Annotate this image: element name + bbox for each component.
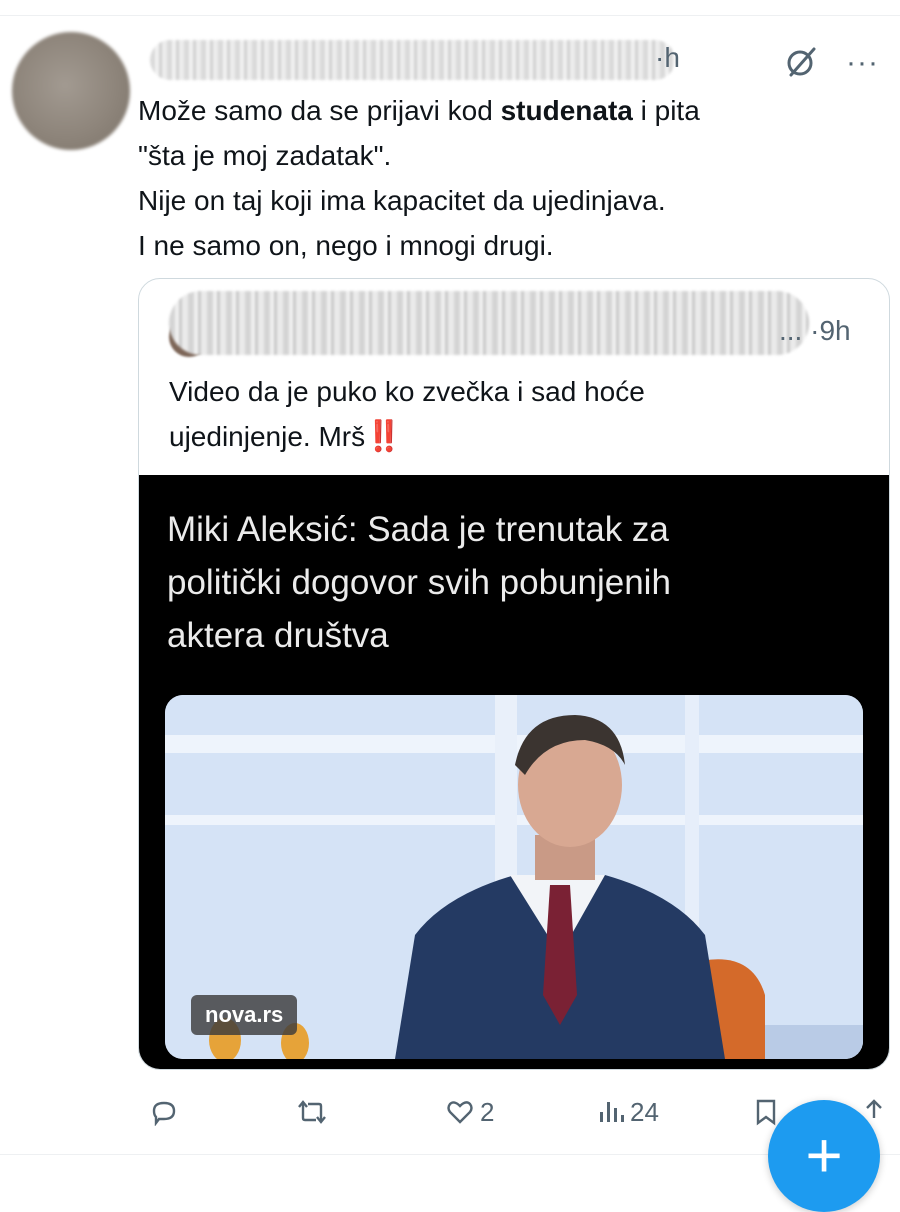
tweet-line-4: I ne samo on, nego i mnogi drugi. bbox=[138, 230, 554, 261]
quoted-text: Video da je puko ko zvečka i sad hoće uj… bbox=[169, 369, 869, 459]
tweet-line-1-bold: studenata bbox=[500, 95, 633, 126]
bookmark-icon bbox=[756, 1099, 776, 1126]
bookmark-button[interactable] bbox=[754, 1092, 778, 1132]
like-count: 2 bbox=[480, 1096, 495, 1127]
tweet-line-1-start: Može samo da se prijavi kod bbox=[138, 95, 501, 126]
tweet-line-1: Može samo da se prijavi kod studenata i … bbox=[138, 88, 878, 133]
quoted-author-name-blurred bbox=[169, 291, 809, 355]
card-headline-line-2: politički dogovor svih pobunjenih bbox=[167, 563, 671, 602]
quoted-line-2-text: ujedinjenje. Mrš bbox=[169, 421, 366, 452]
author-name-blurred[interactable] bbox=[150, 40, 675, 80]
grok-icon[interactable] bbox=[783, 44, 819, 80]
heart-icon bbox=[447, 1101, 473, 1124]
views-button[interactable]: 24 bbox=[598, 1092, 659, 1132]
card-headline-line-1: Miki Aleksić: Sada je trenutak za bbox=[167, 510, 669, 549]
retweet-button[interactable] bbox=[296, 1092, 328, 1132]
link-card[interactable]: Miki Aleksić: Sada je trenutak za politi… bbox=[139, 475, 889, 1069]
quoted-tweet[interactable]: ... ·9h Video da je puko ko zvečka i sad… bbox=[138, 278, 890, 1070]
views-count: 24 bbox=[630, 1096, 659, 1127]
quoted-timestamp: ... ·9h bbox=[779, 315, 851, 346]
tweet-timestamp[interactable]: ·h bbox=[655, 42, 680, 74]
tweet-actions: 2 24 bbox=[0, 1092, 900, 1132]
views-icon bbox=[600, 1102, 624, 1122]
double-exclamation-emoji: ‼️ bbox=[365, 420, 403, 453]
reply-icon bbox=[152, 1101, 176, 1126]
tweet-line-2: "šta je moj zadatak". bbox=[138, 140, 392, 171]
quoted-line-1: Video da je puko ko zvečka i sad hoće bbox=[169, 376, 645, 407]
retweet-icon bbox=[298, 1100, 326, 1124]
reply-button[interactable] bbox=[150, 1092, 178, 1132]
source-badge: nova.rs bbox=[191, 995, 298, 1035]
top-divider bbox=[0, 15, 900, 16]
tweet-line-3: Nije on taj koji ima kapacitet da ujedin… bbox=[138, 185, 666, 216]
quoted-line-2: ujedinjenje. Mrš‼️ bbox=[169, 414, 869, 459]
card-headline-line-3: aktera društva bbox=[167, 616, 389, 655]
tweet-line-1-end: i pita bbox=[632, 95, 700, 126]
bottom-divider bbox=[0, 1154, 900, 1155]
card-headline: Miki Aleksić: Sada je trenutak za politi… bbox=[167, 503, 867, 662]
tweet-text: Može samo da se prijavi kod studenata i … bbox=[138, 88, 878, 268]
card-photo[interactable]: nova.rs bbox=[165, 695, 863, 1059]
author-avatar[interactable] bbox=[12, 32, 130, 150]
like-button[interactable]: 2 bbox=[446, 1092, 494, 1132]
compose-fab-button[interactable]: + bbox=[768, 1100, 880, 1212]
more-options-icon[interactable]: ··· bbox=[846, 46, 879, 80]
